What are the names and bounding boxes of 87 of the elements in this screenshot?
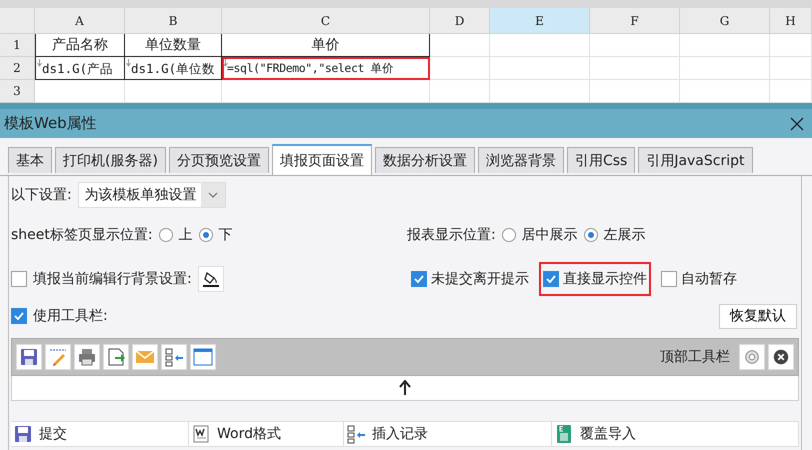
toolbar-button[interactable]: [74, 344, 100, 370]
paint-bucket-button[interactable]: [198, 266, 224, 292]
print-icon: [77, 347, 97, 367]
toolbar-item[interactable]: 覆盖导入: [552, 422, 799, 447]
tab[interactable]: 数据分析设置: [374, 147, 475, 173]
document-icon: [191, 424, 211, 444]
checkbox[interactable]: [11, 308, 27, 324]
paint-bucket-icon: [202, 270, 220, 288]
save-icon: [19, 347, 39, 367]
toolbar-button[interactable]: [16, 344, 42, 370]
tab[interactable]: 打印机(服务器): [55, 147, 166, 173]
radio-button[interactable]: [198, 228, 213, 242]
checkbox-label[interactable]: 未提交离开提示: [431, 270, 529, 288]
down-arrow-icon: [37, 59, 42, 67]
toolbar-item[interactable]: Word格式: [189, 422, 344, 447]
checkbox-label[interactable]: 直接显示控件: [563, 270, 647, 288]
toolbar-button[interactable]: [190, 344, 216, 370]
caret-icon: [208, 192, 218, 198]
table-cell: [430, 34, 490, 57]
column-header[interactable]: C: [222, 8, 430, 34]
checkbox-label[interactable]: 填报当前编辑行背景设置:: [33, 270, 192, 288]
checkmark-icon: [13, 310, 25, 322]
row-header[interactable]: 3: [0, 80, 35, 103]
radio-label[interactable]: 左展示: [604, 226, 646, 244]
radio-button[interactable]: [584, 228, 598, 242]
up-arrow-icon: [399, 380, 411, 396]
checkmark-icon: [413, 273, 425, 285]
checkbox[interactable]: [543, 271, 559, 287]
tab[interactable]: 引用Css: [566, 147, 636, 173]
spreadsheet-icon: [554, 424, 574, 444]
table-cell: [770, 34, 812, 57]
column-header[interactable]: E: [490, 8, 590, 34]
close-icon: [790, 116, 804, 130]
down-arrow-icon: [126, 59, 131, 67]
field-label: 报表显示位置:: [407, 226, 496, 244]
radio-button[interactable]: [502, 228, 516, 242]
column-header[interactable]: G: [680, 8, 770, 34]
table-cell: [770, 57, 812, 80]
tab[interactable]: 引用JavaScript: [638, 147, 752, 173]
column-header[interactable]: D: [430, 8, 490, 34]
table-cell: ds1.G(单位数: [125, 57, 222, 80]
reset-button[interactable]: 恢复默认: [719, 304, 797, 328]
settings-dropdown[interactable]: 为该模板单独设置: [78, 182, 226, 208]
table-cell: 单位数量: [125, 34, 222, 57]
toolbar-button[interactable]: [161, 344, 187, 370]
toolbar-button[interactable]: [45, 344, 71, 370]
column-header[interactable]: F: [590, 8, 680, 34]
tab[interactable]: 分页预览设置: [168, 147, 269, 173]
pencil-icon: [48, 347, 68, 367]
insert-row-icon: [346, 424, 366, 444]
column-header[interactable]: H: [770, 8, 812, 34]
row-header[interactable]: 1: [0, 34, 35, 57]
toolbar-button[interactable]: [103, 344, 129, 370]
field-label: sheet标签页显示位置:: [11, 226, 153, 244]
dialog-title: 模板Web属性: [4, 114, 97, 133]
column-header[interactable]: A: [35, 8, 125, 34]
radio-label[interactable]: 上: [178, 226, 193, 244]
tab[interactable]: 浏览器背景: [478, 147, 564, 173]
table-cell: ds1.G(产品: [35, 57, 125, 80]
row-header[interactable]: 2: [0, 57, 35, 80]
table-cell: [430, 57, 490, 80]
table-cell: 产品名称: [35, 34, 125, 57]
table-cell: =sql("FRDemo","select 单价: [222, 57, 430, 80]
checkbox[interactable]: [661, 271, 677, 287]
radio-label[interactable]: 下: [218, 226, 233, 244]
checkbox[interactable]: [11, 271, 27, 287]
toolbar-item[interactable]: 插入记录: [344, 422, 552, 447]
checkbox-label[interactable]: 自动暂存: [681, 270, 737, 288]
settings-icon: [743, 348, 761, 366]
toolbar-position-label: 顶部工具栏: [660, 348, 730, 366]
column-header[interactable]: B: [125, 8, 222, 34]
window-icon: [193, 347, 213, 367]
radio-label[interactable]: 居中展示: [522, 226, 578, 244]
checkbox-label[interactable]: 使用工具栏:: [33, 307, 108, 325]
export-icon: [106, 347, 126, 367]
toolbar-item[interactable]: 提交: [11, 422, 189, 447]
checkmark-icon: [545, 273, 557, 285]
close-icon: [772, 348, 790, 366]
tab[interactable]: 填报页面设置: [272, 144, 372, 175]
table-cell: 单价: [222, 34, 430, 57]
down-arrow-icon: [223, 59, 228, 67]
insert-row-icon: [164, 347, 184, 367]
radio-button[interactable]: [158, 228, 173, 242]
remove-button[interactable]: [768, 344, 794, 370]
tab[interactable]: 基本: [8, 147, 52, 173]
checkbox[interactable]: [411, 271, 427, 287]
field-label: 以下设置:: [11, 186, 72, 204]
